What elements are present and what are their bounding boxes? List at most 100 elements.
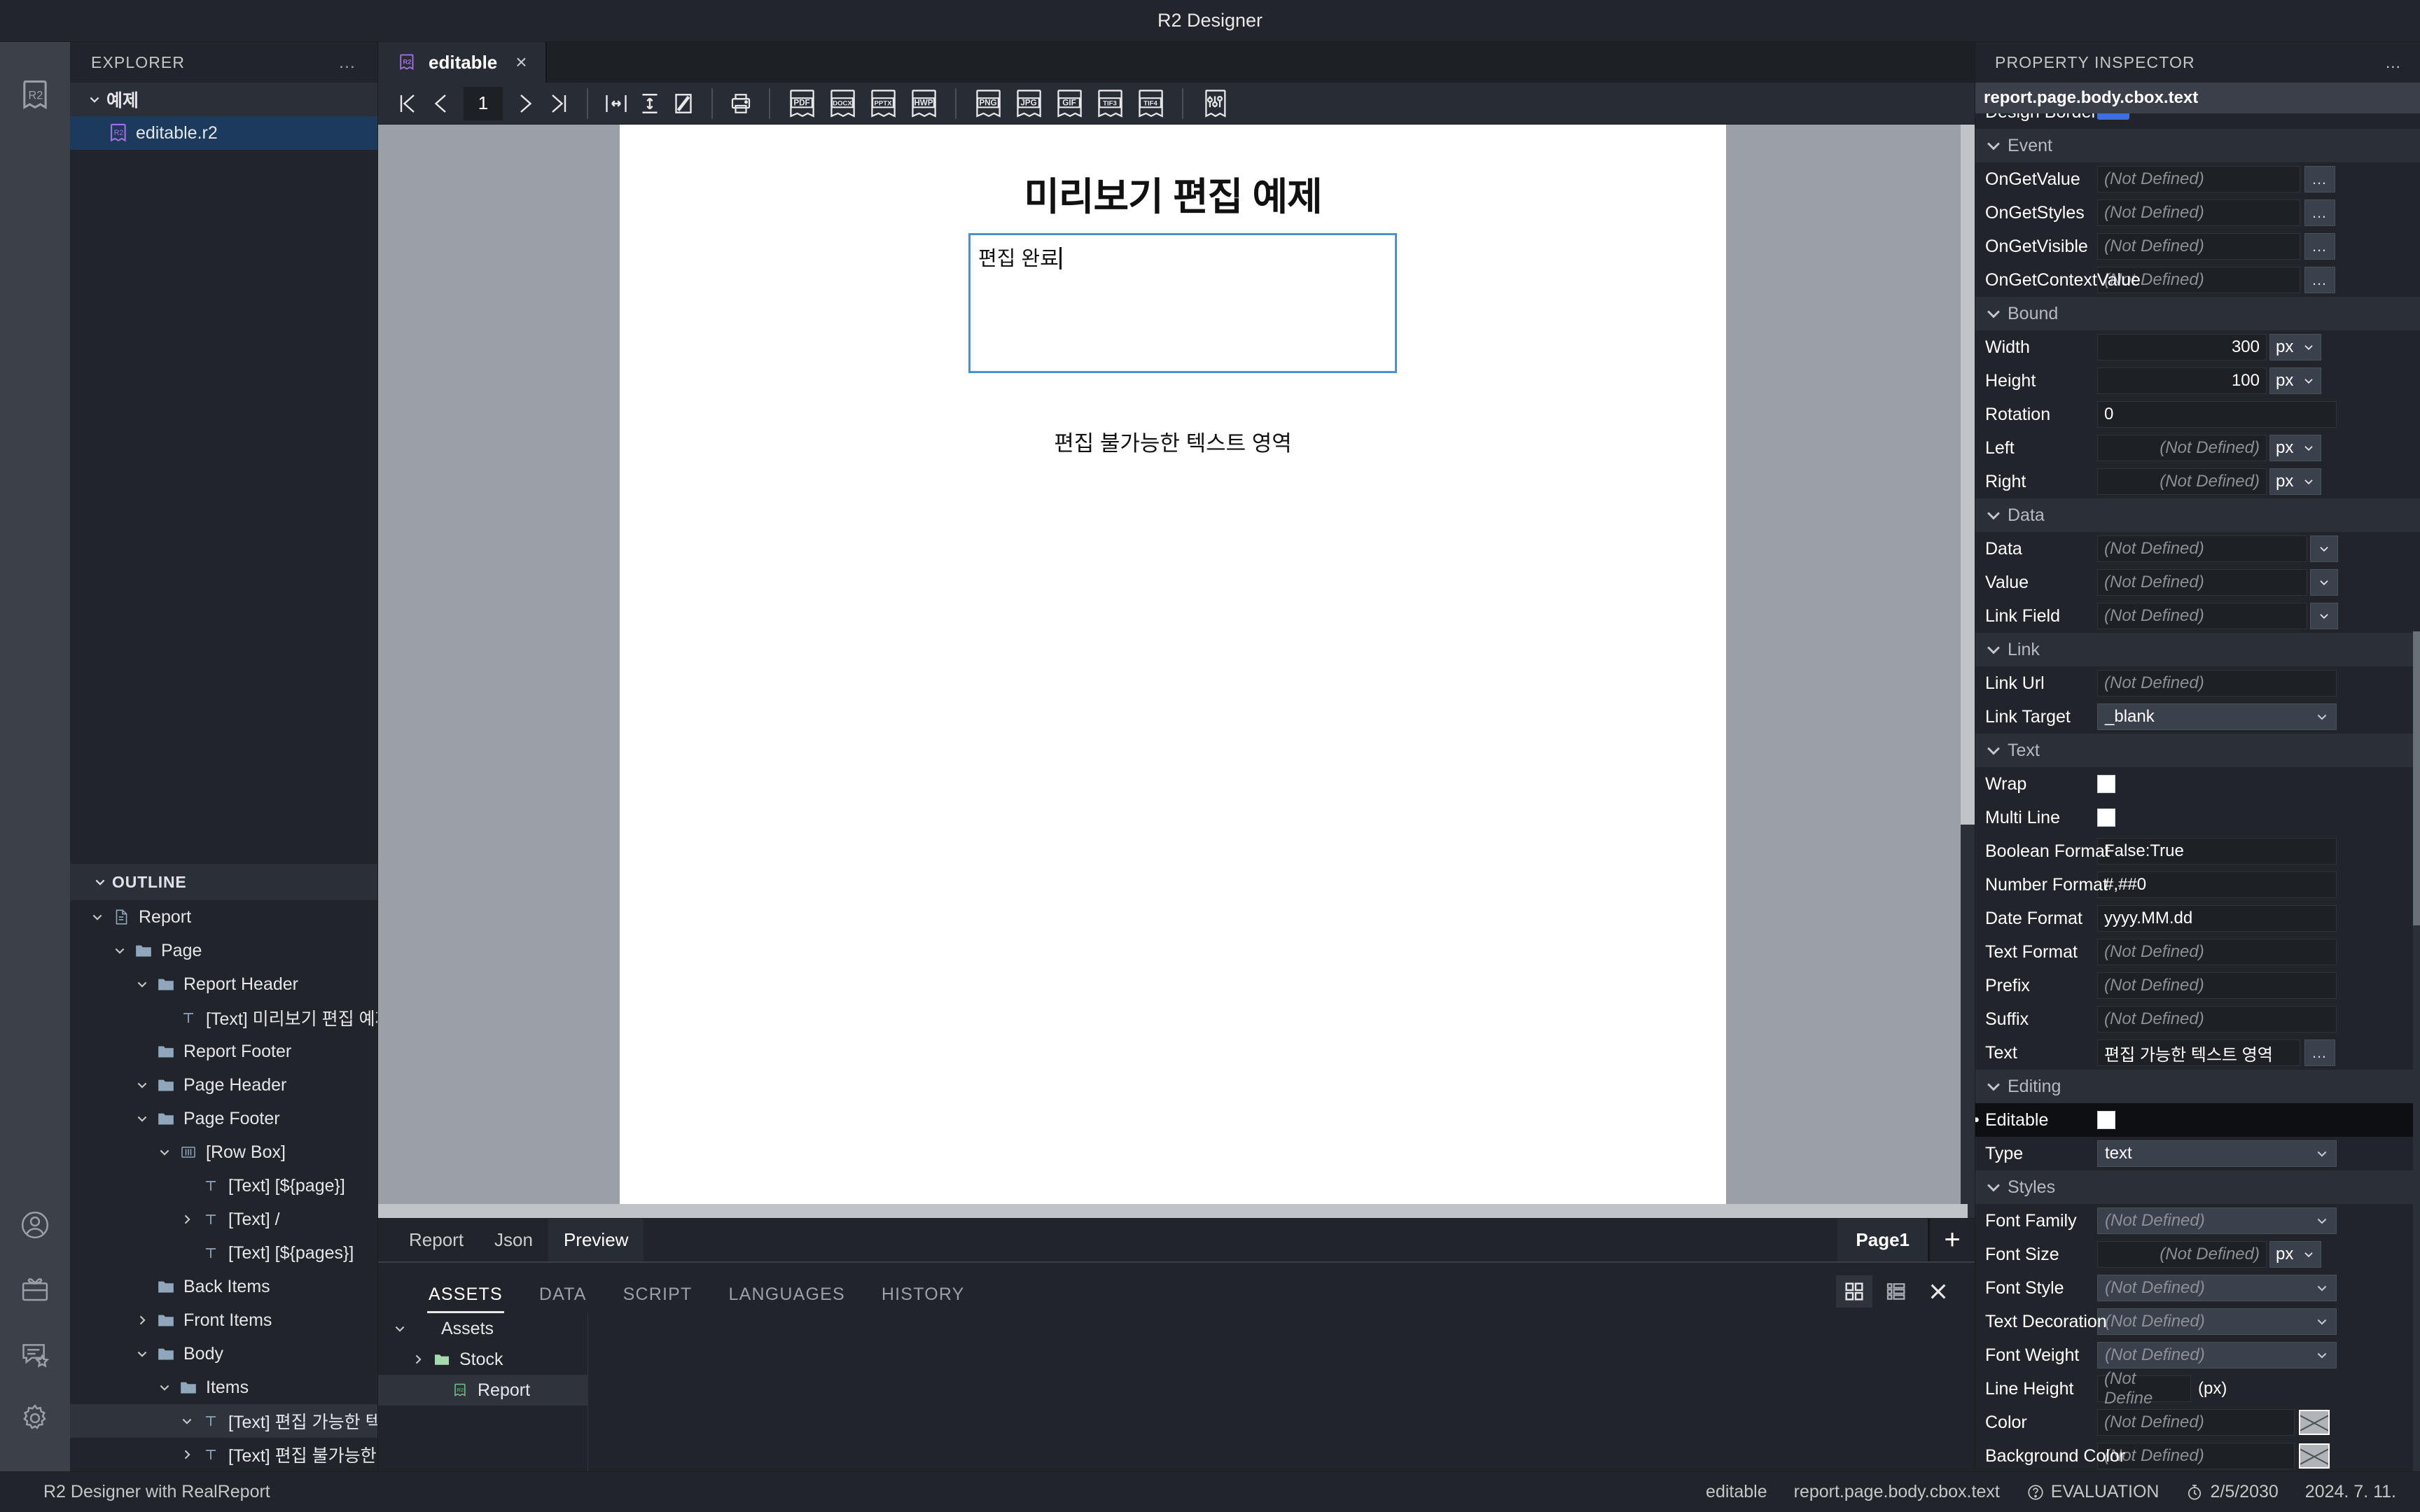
property-value-input[interactable]: (Not Defined) <box>2097 166 2300 192</box>
property-group-data[interactable]: Data <box>1975 498 2420 532</box>
property-value-input[interactable]: (Not Defined) <box>2097 603 2307 629</box>
outline-item[interactable]: [Text] [${pages}] <box>70 1236 377 1270</box>
chevron-down-icon[interactable] <box>85 910 109 924</box>
property-value-input[interactable]: #,##0 <box>2097 872 2337 898</box>
design-border-toggle[interactable] <box>2097 113 2129 120</box>
property-dropdown-toggle[interactable] <box>2310 536 2338 562</box>
fit-page-icon[interactable] <box>667 87 700 120</box>
chevron-down-icon[interactable] <box>153 1145 176 1159</box>
editable-textbox[interactable]: 편집 완료 <box>968 233 1397 373</box>
explorer-file-editable[interactable]: R2 editable.r2 <box>70 116 377 150</box>
chevron-down-icon[interactable] <box>1984 741 2003 760</box>
property-unit-select[interactable]: px <box>2269 368 2321 394</box>
property-group-event[interactable]: Event <box>1975 129 2420 162</box>
chevron-down-icon[interactable] <box>108 944 132 958</box>
property-more-button[interactable]: … <box>2304 233 2335 260</box>
property-group-editing[interactable]: Editing <box>1975 1070 2420 1103</box>
inspector-vertical-scrollbar[interactable] <box>2413 631 2420 1471</box>
view-tab-json[interactable]: Json <box>479 1219 548 1262</box>
property-value-input[interactable]: 편집 가능한 텍스트 영역 <box>2097 1040 2300 1066</box>
property-value-input[interactable]: (Not Defined) <box>2097 1006 2337 1032</box>
property-more-button[interactable]: … <box>2304 166 2335 192</box>
property-value-input[interactable]: (Not Defined) <box>2097 1443 2295 1469</box>
assets-tree-item[interactable]: Assets <box>378 1313 587 1344</box>
outline-header[interactable]: OUTLINE <box>70 864 377 900</box>
chevron-right-icon[interactable] <box>175 1212 199 1226</box>
property-group-styles[interactable]: Styles <box>1975 1170 2420 1204</box>
outline-item[interactable]: Page Footer <box>70 1102 377 1135</box>
property-value-input[interactable]: (Not Defined) <box>2097 972 2337 999</box>
outline-item[interactable]: Front Items <box>70 1303 377 1337</box>
close-icon[interactable]: × <box>515 51 527 74</box>
property-value-input[interactable]: 0 <box>2097 401 2337 428</box>
export-tif4-button[interactable]: TIF4 <box>1130 87 1171 120</box>
prev-page-icon[interactable] <box>424 87 458 120</box>
last-page-icon[interactable] <box>542 87 576 120</box>
outline-item[interactable]: Back Items <box>70 1270 377 1303</box>
property-group-link[interactable]: Link <box>1975 633 2420 666</box>
chevron-right-icon[interactable] <box>130 1313 154 1327</box>
property-select[interactable]: (Not Defined) <box>2097 1208 2337 1234</box>
chevron-down-icon[interactable] <box>388 1322 412 1336</box>
inspector-more-icon[interactable]: … <box>2385 53 2402 72</box>
property-select[interactable]: text <box>2097 1140 2337 1167</box>
add-page-button[interactable]: + <box>1930 1219 1975 1262</box>
chevron-down-icon[interactable] <box>175 1414 199 1428</box>
assets-tree-item[interactable]: R2 Report <box>378 1375 587 1406</box>
property-unit-select[interactable]: px <box>2269 435 2321 461</box>
export-pdf-button[interactable]: PDF <box>781 87 822 120</box>
export-png-button[interactable]: PNG <box>968 87 1008 120</box>
property-unit-select[interactable]: px <box>2269 334 2321 360</box>
chevron-right-icon[interactable] <box>175 1448 199 1462</box>
canvas-vertical-scrollbar[interactable] <box>1961 125 1975 1204</box>
tab-data[interactable]: DATA <box>521 1284 605 1313</box>
assets-tree-item[interactable]: Stock <box>378 1344 587 1375</box>
chevron-down-icon[interactable] <box>130 1112 154 1126</box>
property-value-input[interactable]: (Not Defined) <box>2097 1241 2267 1268</box>
printer-icon[interactable] <box>724 87 758 120</box>
fit-width-icon[interactable] <box>599 87 633 120</box>
export-gif-button[interactable]: GIF <box>1049 87 1090 120</box>
settings-gear-icon[interactable] <box>0 1386 70 1450</box>
property-value-input[interactable]: (Not Defined) <box>2097 200 2300 226</box>
outline-item[interactable]: Report Footer <box>70 1035 377 1068</box>
property-dropdown-toggle[interactable] <box>2310 603 2338 629</box>
property-value-input[interactable]: (Not Defined) <box>2097 233 2300 260</box>
property-value-input[interactable]: (Not Define <box>2097 1369 2191 1408</box>
property-select[interactable]: (Not Defined) <box>2097 1308 2337 1335</box>
outline-item[interactable]: [Text] 편집 가능한 텍스… <box>70 1404 377 1438</box>
property-dropdown-toggle[interactable] <box>2310 569 2338 596</box>
property-group-bound[interactable]: Bound <box>1975 297 2420 330</box>
outline-item[interactable]: [Text] 편집 불가능한 텍… <box>70 1438 377 1471</box>
chevron-down-icon[interactable] <box>1984 505 2003 525</box>
property-value-input[interactable]: False:True <box>2097 838 2337 864</box>
grid-view-icon[interactable] <box>1836 1275 1872 1308</box>
explorer-root-item[interactable]: 예제 <box>70 83 377 116</box>
page-number-input[interactable]: 1 <box>464 86 503 120</box>
export-tif3-button[interactable]: TIF3 <box>1090 87 1130 120</box>
outline-item[interactable]: Page Header <box>70 1068 377 1102</box>
chevron-down-icon[interactable] <box>1984 1077 2003 1096</box>
tab-history[interactable]: HISTORY <box>863 1284 983 1313</box>
view-tab-report[interactable]: Report <box>394 1219 479 1262</box>
outline-item[interactable]: Report Header <box>70 967 377 1001</box>
close-icon[interactable] <box>1920 1275 1956 1308</box>
property-unit-select[interactable]: px <box>2269 468 2321 495</box>
export-jpg-button[interactable]: JPG <box>1008 87 1049 120</box>
tab-script[interactable]: SCRIPT <box>605 1284 711 1313</box>
property-more-button[interactable]: … <box>2304 1040 2335 1066</box>
chevron-down-icon[interactable] <box>1984 304 2003 323</box>
chevron-down-icon[interactable] <box>130 1078 154 1092</box>
property-checkbox[interactable] <box>2097 775 2115 793</box>
property-select[interactable]: (Not Defined) <box>2097 1342 2337 1368</box>
property-value-input[interactable]: (Not Defined) <box>2097 670 2337 696</box>
outline-item[interactable]: [Text] / <box>70 1203 377 1236</box>
editor-tab-editable[interactable]: R2 editable × <box>378 42 547 83</box>
property-select[interactable]: (Not Defined) <box>2097 1275 2337 1301</box>
outline-item[interactable]: [Row Box] <box>70 1135 377 1169</box>
gift-icon[interactable] <box>0 1257 70 1322</box>
property-value-input[interactable]: (Not Defined) <box>2097 1409 2295 1436</box>
sliders-icon[interactable] <box>1195 87 1235 120</box>
first-page-icon[interactable] <box>391 87 424 120</box>
property-value-input[interactable]: 100 <box>2097 368 2267 394</box>
